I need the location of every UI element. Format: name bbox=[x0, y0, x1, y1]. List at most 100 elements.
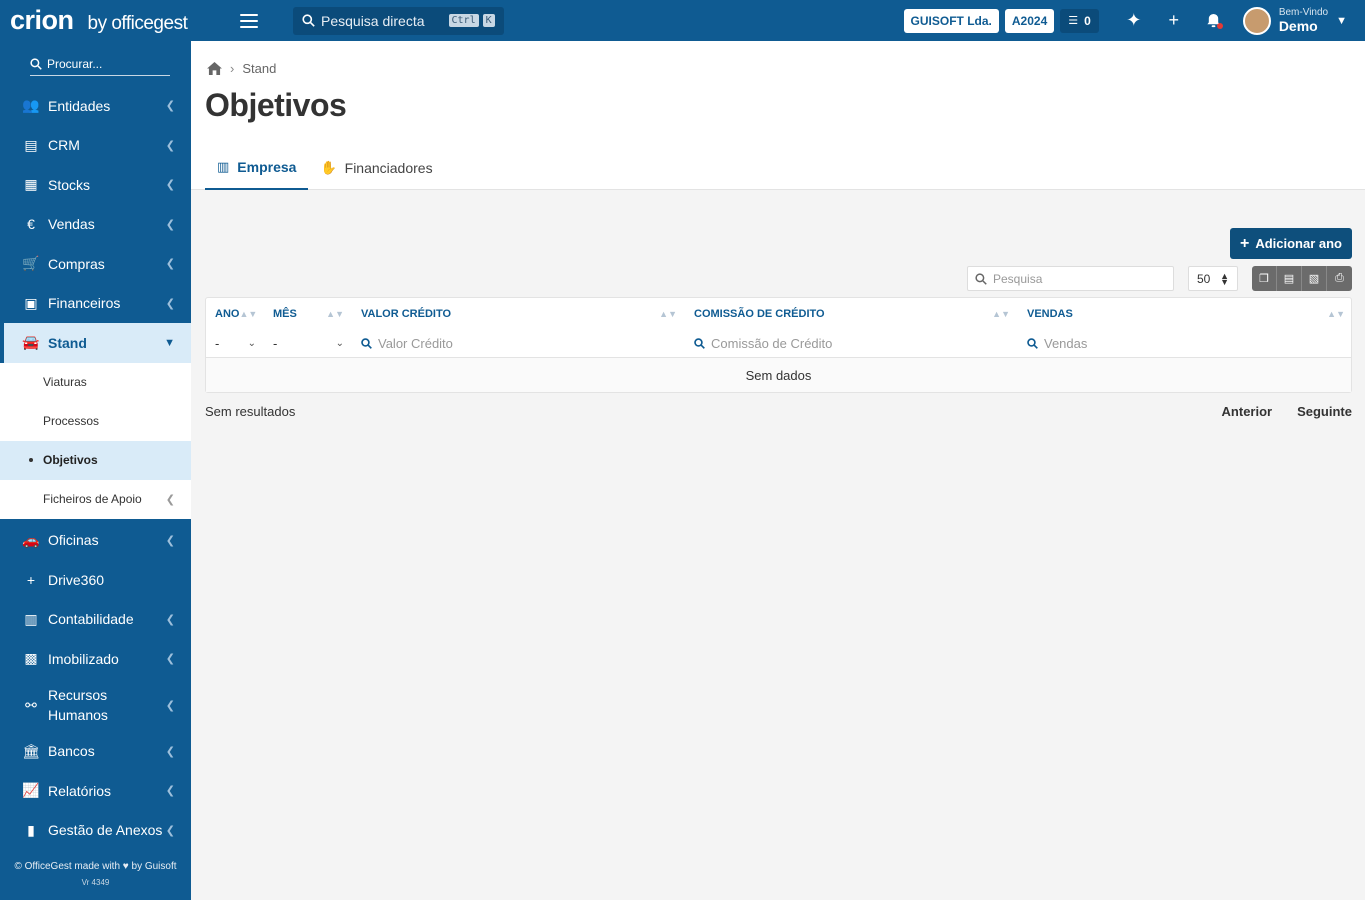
column-header-valor-credito[interactable]: VALOR CRÉDITO ▲▼ bbox=[352, 308, 685, 320]
search-icon bbox=[302, 14, 315, 27]
sidebar-item-label: Entidades bbox=[48, 97, 111, 114]
breadcrumb-current[interactable]: Stand bbox=[242, 61, 276, 76]
tasks-button[interactable]: ☰ 0 bbox=[1060, 8, 1099, 33]
sidebar-item-vendas[interactable]: € Vendas ❮ bbox=[0, 205, 191, 245]
sidebar-item-label: Vendas bbox=[48, 216, 95, 233]
stocks-icon: ▦ bbox=[24, 176, 38, 193]
tab-empresa[interactable]: ▥ Empresa bbox=[205, 146, 309, 190]
sidebar-item-label: Drive360 bbox=[48, 571, 105, 588]
brand-logo[interactable]: crion by officegest bbox=[10, 6, 232, 35]
search-icon bbox=[694, 338, 705, 349]
home-icon[interactable] bbox=[207, 62, 222, 75]
table-search-input[interactable]: Pesquisa bbox=[967, 266, 1174, 291]
breadcrumb: › Stand bbox=[207, 61, 276, 76]
sidebar-item-financeiros[interactable]: ▣ Financeiros ❮ bbox=[0, 284, 191, 324]
year-selector[interactable]: A2024 bbox=[1004, 8, 1055, 33]
column-header-vendas[interactable]: VENDAS ▲▼ bbox=[1018, 308, 1353, 320]
previous-button[interactable]: Anterior bbox=[1222, 404, 1273, 419]
excel-icon[interactable]: ▤ bbox=[1277, 266, 1302, 291]
sidebar-item-entidades[interactable]: 👥 Entidades ❮ bbox=[0, 86, 191, 126]
tasks-icon: ☰ bbox=[1068, 14, 1079, 27]
sidebar-subitem-label: Processos bbox=[43, 414, 100, 428]
sidebar-item-label: Imobilizado bbox=[48, 650, 119, 667]
filter-comissao-input[interactable]: Comissão de Crédito bbox=[685, 336, 1018, 351]
next-button[interactable]: Seguinte bbox=[1297, 404, 1352, 419]
filter-placeholder: Comissão de Crédito bbox=[711, 336, 833, 351]
copy-icon[interactable]: ❐ bbox=[1252, 266, 1277, 291]
tabs: ▥ Empresa ✋ Financiadores bbox=[205, 146, 445, 190]
column-header-comissao-credito[interactable]: COMISSÃO DE CRÉDITO ▲▼ bbox=[685, 308, 1018, 320]
page-title: Objetivos bbox=[205, 87, 347, 123]
main-content: › Stand Objetivos ▥ Empresa ✋ Financiado… bbox=[191, 41, 1365, 900]
column-label: MÊS bbox=[273, 308, 297, 320]
export-buttons: ❐ ▤ ▧ ⎙ bbox=[1252, 266, 1352, 291]
sidebar-subitem-viaturas[interactable]: Viaturas bbox=[0, 363, 191, 402]
sidebar-item-imobilizado[interactable]: ▩ Imobilizado ❮ bbox=[0, 639, 191, 679]
column-header-mes[interactable]: MÊS ▲▼ bbox=[264, 308, 352, 320]
logo-subtext: by officegest bbox=[87, 12, 188, 34]
pdf-icon[interactable]: ▧ bbox=[1302, 266, 1327, 291]
add-year-button[interactable]: + Adicionar ano bbox=[1229, 228, 1352, 259]
chevron-left-icon: ❮ bbox=[165, 139, 175, 152]
sidebar-item-stocks[interactable]: ▦ Stocks ❮ bbox=[0, 165, 191, 205]
chevron-left-icon: ❮ bbox=[165, 100, 175, 113]
empty-state: Sem dados bbox=[206, 357, 1351, 392]
company-selector[interactable]: GUISOFT Lda. bbox=[903, 8, 999, 33]
table-filters: - ⌄ - ⌄ Valor Crédito Comissão de Crédito … bbox=[206, 330, 1351, 357]
filter-vendas-input[interactable]: Vendas bbox=[1018, 336, 1353, 351]
page-header: › Stand Objetivos ▥ Empresa ✋ Financiado… bbox=[191, 41, 1365, 190]
sidebar-item-gestao-anexos[interactable]: ▮ Gestão de Anexos ❮ bbox=[0, 811, 191, 851]
copyright-text: © OfficeGest made with ♥ by Guisoft bbox=[14, 861, 177, 872]
sidebar-item-label: Stand bbox=[48, 334, 87, 351]
page-size-select[interactable]: 50 ▲ ▼ bbox=[1188, 266, 1238, 291]
sidebar-item-label: Financeiros bbox=[48, 295, 121, 312]
sparkle-icon[interactable]: ✦ bbox=[1123, 10, 1145, 32]
filter-ano-select[interactable]: - ⌄ bbox=[206, 336, 264, 351]
top-bar: crion by officegest Pesquisa directa Ctr… bbox=[0, 0, 1365, 41]
chevron-left-icon: ❮ bbox=[165, 785, 175, 798]
sidebar-item-bancos[interactable]: 🏛 Bancos ❮ bbox=[0, 732, 191, 772]
filter-valor-credito-input[interactable]: Valor Crédito bbox=[352, 336, 685, 351]
sidebar-item-label: Relatórios bbox=[48, 782, 112, 799]
results-text: Sem resultados bbox=[205, 404, 296, 419]
sidebar-subitem-objetivos[interactable]: Objetivos bbox=[0, 440, 191, 480]
bell-icon[interactable] bbox=[1203, 10, 1225, 32]
file-icon: ▮ bbox=[27, 821, 35, 838]
table-footer: Sem resultados Anterior Seguinte bbox=[205, 404, 1352, 419]
shortcut-ctrl: Ctrl bbox=[448, 14, 479, 27]
column-label: VENDAS bbox=[1027, 308, 1073, 320]
sidebar-item-label: Contabilidade bbox=[48, 611, 134, 628]
users-icon: 👥 bbox=[22, 97, 40, 114]
sidebar-item-label: Bancos bbox=[48, 743, 95, 760]
tab-financiadores[interactable]: ✋ Financiadores bbox=[308, 146, 444, 190]
chevron-left-icon: ❮ bbox=[165, 824, 175, 837]
filter-mes-select[interactable]: - ⌄ bbox=[264, 336, 352, 351]
add-icon[interactable]: + bbox=[1163, 10, 1185, 32]
plus-icon: + bbox=[1239, 234, 1250, 252]
column-label: COMISSÃO DE CRÉDITO bbox=[694, 308, 825, 320]
sidebar-subitem-processos[interactable]: Processos bbox=[0, 402, 191, 441]
table-search-placeholder: Pesquisa bbox=[993, 271, 1043, 286]
user-name: Demo bbox=[1278, 18, 1318, 34]
sidebar-item-recursos-humanos[interactable]: ⚯ Recursos Humanos ❮ bbox=[0, 679, 191, 732]
chevron-left-icon: ❮ bbox=[165, 179, 175, 192]
sidebar-item-compras[interactable]: 🛒 Compras ❮ bbox=[0, 244, 191, 284]
sidebar-item-oficinas[interactable]: 🚗 Oficinas ❮ bbox=[0, 521, 191, 561]
user-menu[interactable]: Bem-Vindo Demo ▼ bbox=[1242, 6, 1347, 35]
print-icon[interactable]: ⎙ bbox=[1327, 266, 1352, 291]
boxes-icon: ▩ bbox=[24, 650, 38, 667]
sidebar-item-crm[interactable]: ▤ CRM ❮ bbox=[0, 126, 191, 166]
menu-toggle-icon[interactable] bbox=[240, 13, 258, 28]
sidebar-item-drive360[interactable]: + Drive360 bbox=[0, 560, 191, 600]
sidebar-item-label: Stocks bbox=[48, 176, 91, 193]
global-search[interactable]: Pesquisa directa Ctrl K bbox=[293, 6, 504, 35]
sidebar-item-contabilidade[interactable]: ▥ Contabilidade ❮ bbox=[0, 600, 191, 640]
sidebar-search[interactable]: Procurar... bbox=[30, 53, 170, 76]
sidebar-item-stand[interactable]: 🚘 Stand ▼ bbox=[0, 323, 191, 363]
filter-placeholder: Valor Crédito bbox=[378, 336, 453, 351]
filter-value: - bbox=[273, 336, 278, 351]
avatar bbox=[1242, 6, 1271, 35]
sidebar-subitem-ficheiros-apoio[interactable]: Ficheiros de Apoio ❮ bbox=[0, 480, 191, 519]
sidebar-item-relatorios[interactable]: 📈 Relatórios ❮ bbox=[0, 771, 191, 811]
column-header-ano[interactable]: ANO ▲▼ bbox=[206, 308, 264, 320]
